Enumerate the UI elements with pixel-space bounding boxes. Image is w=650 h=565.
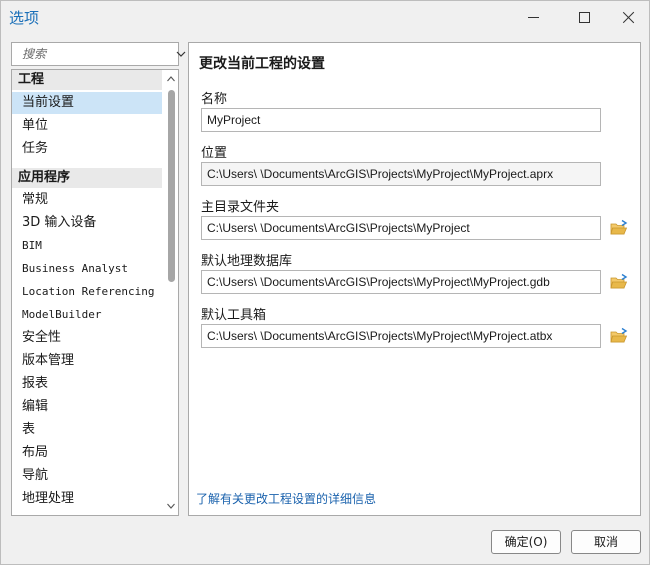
nav-item-general[interactable]: 常规 — [12, 189, 162, 211]
minimize-icon — [527, 17, 539, 18]
maximize-icon — [578, 12, 590, 23]
close-button[interactable] — [608, 1, 648, 34]
minimize-button[interactable] — [513, 1, 553, 34]
location-field: C:\Users\ \Documents\ArcGIS\Projects\MyP… — [201, 162, 601, 186]
folder-browse-icon[interactable] — [609, 326, 629, 346]
options-dialog: 选项 工程 当前设置 单位 任务 应用程序 常规 3D 输入设备 BIM Bus… — [0, 0, 650, 565]
settings-panel: 更改当前工程的设置 名称 MyProject 位置 C:\Users\ \Doc… — [188, 42, 641, 516]
folder-browse-icon[interactable] — [609, 218, 629, 238]
options-nav-list: 工程 当前设置 单位 任务 应用程序 常规 3D 输入设备 BIM Busine… — [11, 69, 179, 516]
nav-item-tasks[interactable]: 任务 — [12, 138, 162, 160]
default-toolbox-field[interactable]: C:\Users\ \Documents\ArcGIS\Projects\MyP… — [201, 324, 601, 348]
nav-item-bim[interactable]: BIM — [12, 235, 162, 257]
scrollbar-thumb[interactable] — [168, 90, 175, 282]
nav-section-header: 工程 — [12, 70, 162, 90]
nav-scrollbar[interactable] — [164, 70, 178, 515]
window-title: 选项 — [9, 9, 40, 27]
title-bar: 选项 — [1, 1, 649, 34]
location-label: 位置 — [201, 146, 228, 161]
nav-item-table[interactable]: 表 — [12, 419, 162, 441]
scroll-down-icon[interactable] — [167, 502, 175, 510]
maximize-button[interactable] — [564, 1, 604, 34]
cancel-button[interactable]: 取消 — [571, 530, 641, 554]
nav-item-modelbuilder[interactable]: ModelBuilder — [12, 304, 162, 326]
name-label: 名称 — [201, 92, 228, 107]
nav-item-layout[interactable]: 布局 — [12, 442, 162, 464]
default-gdb-field[interactable]: C:\Users\ \Documents\ArcGIS\Projects\MyP… — [201, 270, 601, 294]
nav-item-security[interactable]: 安全性 — [12, 327, 162, 349]
search-box — [11, 42, 186, 66]
default-toolbox-label: 默认工具箱 — [201, 308, 267, 323]
ok-button[interactable]: 确定(O) — [491, 530, 561, 554]
scroll-up-icon[interactable] — [167, 75, 175, 83]
nav-item-reports[interactable]: 报表 — [12, 373, 162, 395]
nav-item-versioning[interactable]: 版本管理 — [12, 350, 162, 372]
nav-section-header: 应用程序 — [12, 168, 162, 188]
nav-item-editing[interactable]: 编辑 — [12, 396, 162, 418]
nav-item-units[interactable]: 单位 — [12, 115, 162, 137]
search-dropdown-button[interactable] — [176, 43, 186, 65]
home-folder-field[interactable]: C:\Users\ \Documents\ArcGIS\Projects\MyP… — [201, 216, 601, 240]
folder-browse-icon[interactable] — [609, 272, 629, 292]
name-field[interactable]: MyProject — [201, 108, 601, 132]
nav-item-geoprocessing[interactable]: 地理处理 — [12, 488, 162, 510]
nav-item-navigation[interactable]: 导航 — [12, 465, 162, 487]
nav-item-business-analyst[interactable]: Business Analyst — [12, 258, 162, 280]
chevron-down-icon — [176, 51, 186, 57]
nav-item-current-settings[interactable]: 当前设置 — [12, 92, 162, 114]
panel-title: 更改当前工程的设置 — [199, 56, 325, 72]
close-icon — [622, 11, 635, 24]
search-input[interactable] — [22, 47, 170, 61]
nav-item-3d-input[interactable]: 3D 输入设备 — [12, 212, 162, 234]
home-folder-label: 主目录文件夹 — [201, 200, 280, 215]
learn-more-link[interactable]: 了解有关更改工程设置的详细信息 — [196, 490, 376, 507]
nav-item-location-referencing[interactable]: Location Referencing — [12, 281, 162, 303]
default-gdb-label: 默认地理数据库 — [201, 254, 293, 269]
